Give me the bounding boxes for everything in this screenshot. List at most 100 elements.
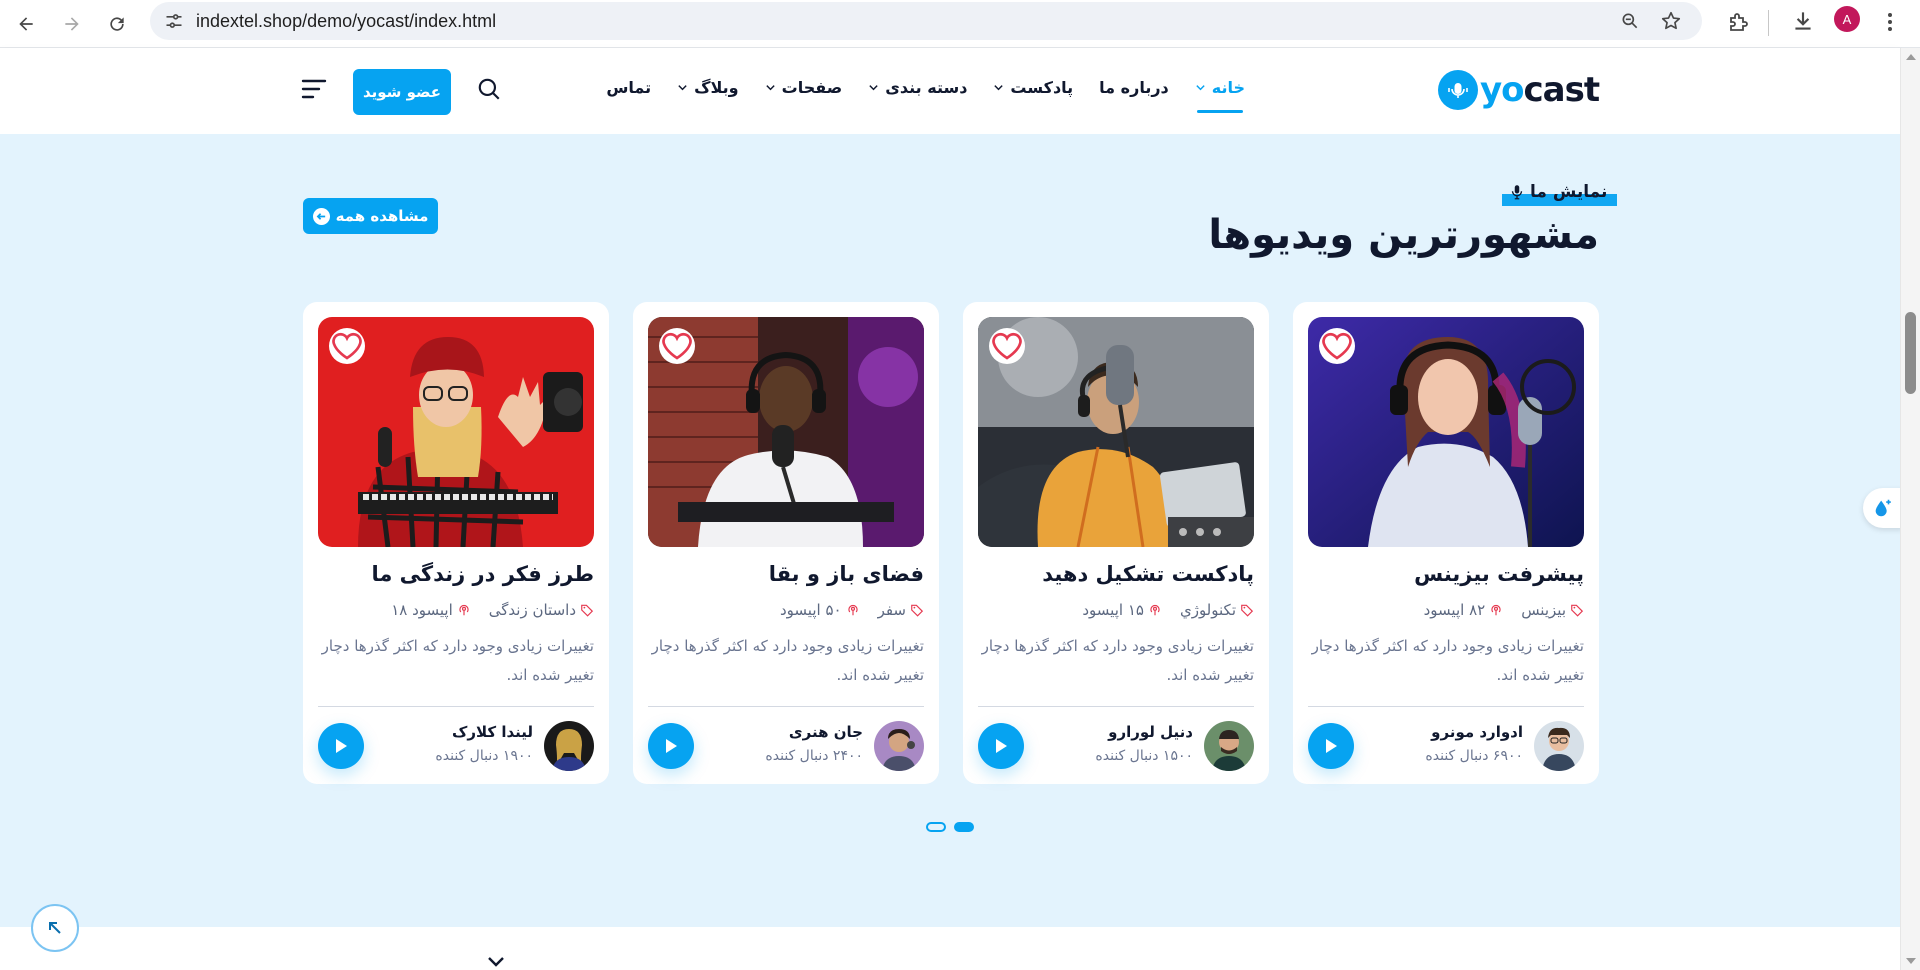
section-title: مشهورترین ویدیوها [1208, 212, 1599, 258]
card-category[interactable]: بیزینس [1521, 601, 1584, 619]
scroll-up-arrow[interactable] [1906, 54, 1916, 60]
podcast-card[interactable]: فضای باز و بقا سفر ۵۰ اپیسود تغییرات زیا… [633, 302, 939, 784]
nav-item-about[interactable]: درباره ما [1099, 78, 1169, 97]
card-episodes: ۱۵ اپیسود [1082, 601, 1162, 619]
chevron-down-icon [869, 85, 878, 91]
arrow-left-icon [312, 207, 330, 225]
card-title[interactable]: طرز فکر در زندگی ما [371, 562, 594, 586]
card-category[interactable]: سفر [878, 601, 924, 619]
site-settings-icon[interactable] [164, 11, 184, 31]
popular-videos-section: نمایش ما مشهورترین ویدیوها مشاهده همه پی… [0, 134, 1900, 927]
search-icon[interactable] [476, 76, 502, 102]
author-avatar[interactable] [544, 721, 594, 771]
scrollbar-thumb[interactable] [1905, 312, 1916, 394]
author-name[interactable]: ادوارد مونرو [1431, 723, 1523, 741]
card-title[interactable]: پیشرفت بیزینس [1414, 562, 1584, 586]
author-followers: ۶۹۰۰ دنبال کننده [1425, 748, 1523, 764]
author-avatar[interactable] [1204, 721, 1254, 771]
view-all-button[interactable]: مشاهده همه [303, 198, 438, 234]
card-meta: داستان زندگی اپیسود ۱۸ [391, 601, 594, 619]
url-text[interactable]: indextel.shop/demo/yocast/index.html [196, 11, 496, 32]
card-episodes: ۸۲ اپیسود [1424, 601, 1504, 619]
site-header: yocast تماس وبلاگ صفحات دسته بندی پادکست… [0, 48, 1900, 134]
card-title[interactable]: پادکست تشکیل دهید [1042, 562, 1254, 586]
nav-item-pages[interactable]: صفحات [765, 78, 842, 97]
reload-icon[interactable] [101, 8, 133, 40]
chevron-down-icon [765, 85, 775, 91]
site-logo[interactable]: yocast [1438, 70, 1600, 110]
nav-item-podcast[interactable]: پادکست [993, 78, 1073, 97]
chevron-down-icon[interactable] [484, 952, 508, 970]
play-button[interactable] [978, 723, 1024, 769]
card-title[interactable]: فضای باز و بقا [769, 562, 924, 586]
author-name[interactable]: جان هنری [789, 723, 863, 741]
play-button[interactable] [1308, 723, 1354, 769]
profile-avatar[interactable]: A [1834, 6, 1860, 32]
play-icon [1326, 739, 1337, 753]
microphone-icon [1511, 185, 1523, 200]
extensions-icon[interactable] [1726, 10, 1750, 34]
author-name[interactable]: لیندا کلارک [452, 723, 533, 741]
card-description: تغییرات زیادی وجود دارد که اکثر گذرها دچ… [651, 637, 924, 684]
card-divider [978, 706, 1254, 707]
nav-item-home[interactable]: خانه [1195, 78, 1245, 113]
play-icon [336, 739, 347, 753]
back-to-top-button[interactable] [31, 904, 79, 952]
tag-icon [911, 604, 924, 617]
logo-text: yocast [1480, 70, 1600, 110]
card-episodes: اپیسود ۱۸ [391, 601, 471, 619]
podcast-icon [459, 604, 469, 616]
card-image[interactable] [1308, 317, 1584, 547]
scroll-down-arrow[interactable] [1906, 958, 1916, 964]
author-followers: ۱۹۰۰ دنبال کننده [435, 748, 533, 764]
card-category[interactable]: تکنولوژي [1180, 601, 1254, 619]
play-icon [996, 739, 1007, 753]
browser-menu-icon[interactable] [1880, 8, 1900, 36]
zoom-icon[interactable] [1620, 11, 1640, 31]
podcast-card[interactable]: پادکست تشکیل دهید تکنولوژي ۱۵ اپیسود تغی… [963, 302, 1269, 784]
nav-item-blog[interactable]: وبلاگ [677, 78, 739, 97]
water-drop-icon [1875, 499, 1891, 517]
podcast-icon [1150, 604, 1160, 616]
forward-icon[interactable] [56, 8, 88, 40]
join-button[interactable]: عضو شوید [353, 69, 451, 115]
chevron-down-icon [678, 85, 687, 91]
author-followers: ۱۵۰۰ دنبال کننده [1095, 748, 1193, 764]
chevron-down-icon [1196, 85, 1205, 91]
eyebrow-text: نمایش ما [1530, 182, 1608, 202]
hamburger-menu-icon[interactable] [301, 78, 327, 100]
author-avatar[interactable] [874, 721, 924, 771]
page-scrollbar[interactable] [1900, 48, 1920, 970]
heart-icon[interactable] [1319, 328, 1355, 364]
podcast-card[interactable]: طرز فکر در زندگی ما داستان زندگی اپیسود … [303, 302, 609, 784]
heart-icon[interactable] [659, 328, 695, 364]
heart-icon[interactable] [989, 328, 1025, 364]
view-all-label: مشاهده همه [335, 207, 429, 225]
card-image[interactable] [648, 317, 924, 547]
address-bar[interactable]: indextel.shop/demo/yocast/index.html [150, 2, 1702, 40]
card-description: تغییرات زیادی وجود دارد که اکثر گذرها دچ… [1311, 637, 1584, 684]
play-button[interactable] [648, 723, 694, 769]
heart-icon[interactable] [329, 328, 365, 364]
author-name[interactable]: دنیل لورارو [1108, 723, 1193, 741]
tag-icon [1571, 604, 1584, 617]
card-image[interactable] [978, 317, 1254, 547]
play-button[interactable] [318, 723, 364, 769]
card-category[interactable]: داستان زندگی [489, 601, 594, 619]
card-meta: تکنولوژي ۱۵ اپیسود [1082, 601, 1254, 619]
section-eyebrow: نمایش ما [1502, 178, 1618, 206]
nav-item-contact[interactable]: تماس [606, 78, 651, 97]
next-section [0, 927, 1900, 970]
podcast-card[interactable]: پیشرفت بیزینس بیزینس ۸۲ اپیسود تغییرات ز… [1293, 302, 1599, 784]
carousel-dot[interactable] [926, 822, 946, 832]
side-widget-button[interactable] [1863, 488, 1903, 528]
tag-icon [581, 604, 594, 617]
card-meta: سفر ۵۰ اپیسود [780, 601, 924, 619]
nav-item-categories[interactable]: دسته بندی [868, 78, 967, 97]
download-icon[interactable] [1790, 8, 1816, 34]
author-avatar[interactable] [1534, 721, 1584, 771]
card-image[interactable] [318, 317, 594, 547]
bookmark-star-icon[interactable] [1660, 10, 1682, 32]
carousel-dot-active[interactable] [954, 822, 974, 832]
back-icon[interactable] [10, 8, 42, 40]
